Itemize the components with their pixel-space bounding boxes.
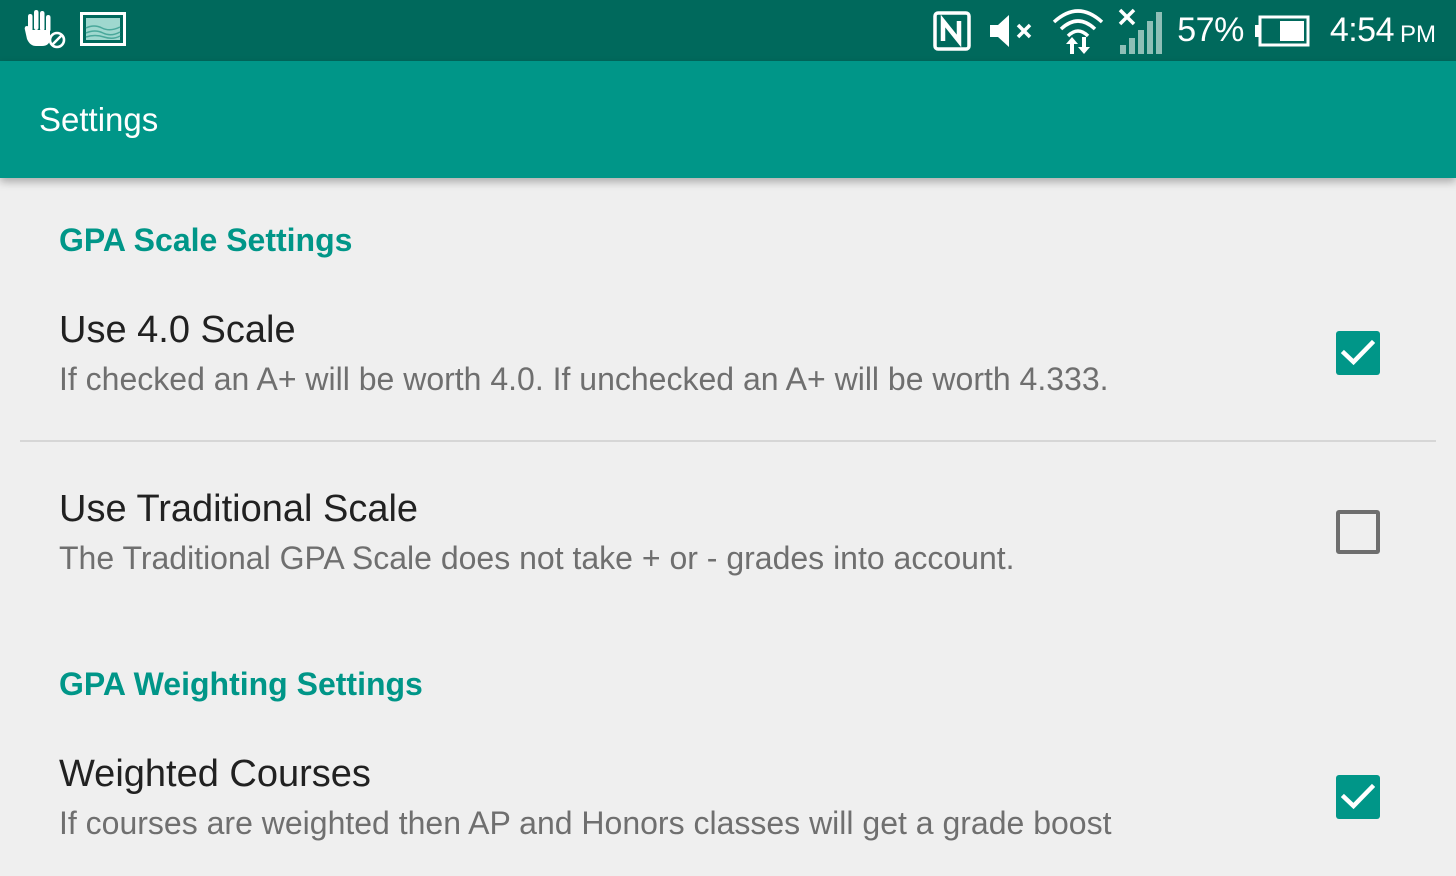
- battery-percent: 57%: [1177, 11, 1244, 49]
- status-bar-system: 57% 4:54 PM: [933, 0, 1436, 61]
- clock-ampm: PM: [1400, 20, 1436, 48]
- screenshot-gallery-icon: [80, 11, 126, 51]
- pref-title: Use 4.0 Scale: [59, 309, 296, 351]
- pref-use-traditional-scale[interactable]: Use Traditional Scale The Traditional GP…: [0, 488, 1456, 584]
- pref-summary: The Traditional GPA Scale does not take …: [59, 540, 1015, 576]
- pref-summary: If checked an A+ will be worth 4.0. If u…: [59, 361, 1109, 397]
- weighted-courses-checkbox[interactable]: [1336, 775, 1380, 819]
- page-title: Settings: [39, 101, 159, 138]
- use-traditional-scale-checkbox[interactable]: [1336, 510, 1380, 554]
- status-bar: 57% 4:54 PM: [0, 0, 1456, 61]
- settings-list: GPA Scale Settings Use 4.0 Scale If chec…: [0, 178, 1456, 876]
- signal-no-sim-icon: [1117, 7, 1165, 55]
- pref-use-4-0-scale[interactable]: Use 4.0 Scale If checked an A+ will be w…: [0, 309, 1456, 405]
- pref-title: Weighted Courses: [59, 753, 371, 795]
- section-header-gpa-weighting: GPA Weighting Settings: [59, 666, 423, 702]
- use-4-0-scale-checkbox[interactable]: [1336, 331, 1380, 375]
- nfc-icon: [933, 10, 971, 51]
- checkmark-icon: [1341, 339, 1375, 366]
- pref-summary: If courses are weighted then AP and Hono…: [59, 805, 1112, 841]
- checkmark-icon: [1341, 783, 1375, 810]
- section-header-gpa-scale: GPA Scale Settings: [59, 222, 353, 258]
- pref-weighted-courses[interactable]: Weighted Courses If courses are weighted…: [0, 753, 1456, 849]
- wifi-data-icon: [1051, 6, 1105, 56]
- status-bar-notifications: [22, 8, 126, 55]
- hand-blocked-icon: [22, 8, 66, 55]
- pref-title: Use Traditional Scale: [59, 488, 419, 530]
- battery-icon: [1254, 15, 1310, 47]
- app-bar: Settings: [0, 61, 1456, 178]
- clock-time: 4:54: [1329, 11, 1395, 49]
- divider: [20, 440, 1436, 442]
- volume-muted-icon: [987, 11, 1037, 51]
